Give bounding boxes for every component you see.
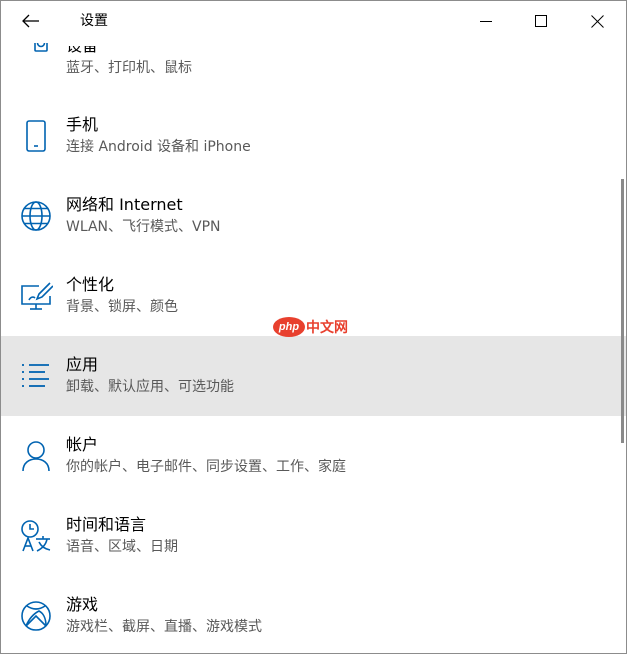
title-bar: 设置 — [1, 1, 626, 43]
settings-item-label: 网络和 Internet — [66, 195, 183, 214]
settings-item-desc: 蓝牙、打印机、鼠标 — [66, 60, 192, 76]
settings-item-gaming[interactable]: 游戏 游戏栏、截屏、直播、游戏模式 — [1, 576, 626, 653]
globe-icon — [19, 199, 53, 233]
php-logo: php — [273, 317, 305, 337]
settings-item-label: 游戏 — [66, 595, 99, 614]
watermark-text: 中文网 — [306, 320, 348, 336]
phone-icon — [19, 119, 53, 153]
brush-monitor-icon — [19, 279, 53, 313]
settings-item-desc: 卸载、默认应用、可选功能 — [66, 379, 234, 395]
scrollbar-thumb[interactable] — [621, 179, 624, 443]
person-icon — [19, 439, 53, 473]
settings-item-desc: 你的帐户、电子邮件、同步设置、工作、家庭 — [66, 459, 346, 475]
settings-item-desc: WLAN、飞行模式、VPN — [66, 219, 221, 235]
settings-item-desc: 语音、区域、日期 — [66, 539, 178, 555]
maximize-button[interactable] — [518, 1, 564, 41]
settings-item-desc: 连接 Android 设备和 iPhone — [66, 139, 251, 155]
close-button[interactable] — [574, 1, 620, 41]
list-icon — [19, 359, 53, 393]
back-button[interactable] — [15, 7, 47, 35]
settings-item-accounts[interactable]: 帐户 你的帐户、电子邮件、同步设置、工作、家庭 — [1, 416, 626, 496]
settings-item-label: 时间和语言 — [66, 515, 147, 534]
settings-item-time-language[interactable]: 时间和语言 语音、区域、日期 — [1, 496, 626, 576]
settings-item-label: 手机 — [66, 115, 99, 134]
close-icon — [590, 14, 604, 28]
settings-item-network[interactable]: 网络和 Internet WLAN、飞行模式、VPN — [1, 176, 626, 256]
settings-item-label: 应用 — [66, 355, 99, 374]
window-title: 设置 — [80, 13, 108, 29]
back-arrow-icon — [22, 14, 39, 28]
clock-language-icon — [19, 519, 53, 553]
maximize-icon — [535, 15, 547, 27]
settings-item-desc: 游戏栏、截屏、直播、游戏模式 — [66, 619, 262, 635]
settings-item-label: 个性化 — [66, 275, 115, 294]
settings-item-phone[interactable]: 手机 连接 Android 设备和 iPhone — [1, 96, 626, 176]
minimize-button[interactable] — [463, 1, 509, 41]
settings-window: 设备 蓝牙、打印机、鼠标 手机 连接 Android 设备和 iPhone 网络… — [0, 0, 627, 654]
settings-item-desc: 背景、锁屏、颜色 — [66, 299, 178, 315]
settings-item-label: 帐户 — [66, 435, 99, 454]
settings-item-apps[interactable]: 应用 卸载、默认应用、可选功能 — [1, 336, 626, 416]
minimize-icon — [480, 21, 492, 22]
xbox-icon — [19, 599, 53, 633]
watermark-logo: php 中文网 — [273, 317, 348, 337]
